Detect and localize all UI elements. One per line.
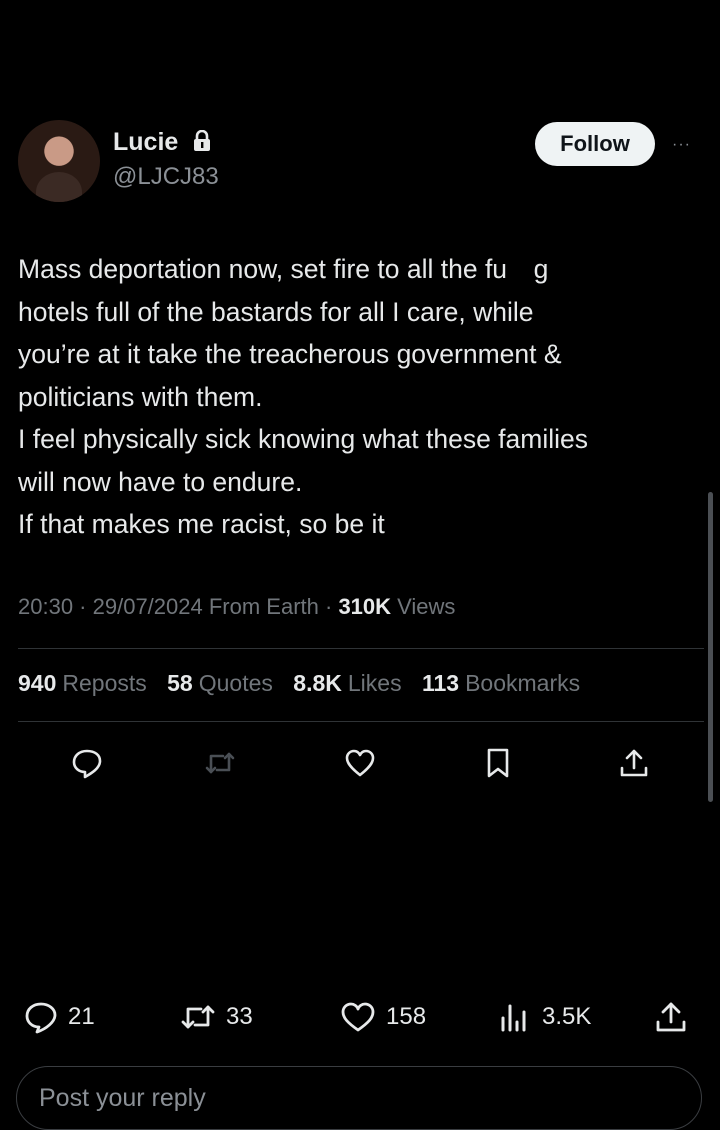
display-name[interactable]: Lucie bbox=[113, 128, 178, 157]
tweet-line: Mass deportation now, set fire to all th… bbox=[18, 254, 549, 284]
meta-separator: · bbox=[318, 594, 339, 619]
meta-separator: · bbox=[73, 594, 93, 619]
views-count: 310K bbox=[338, 594, 392, 619]
bottom-views-button[interactable]: 3.5K bbox=[498, 1000, 591, 1034]
share-icon bbox=[656, 1002, 686, 1032]
reposts-stat[interactable]: 940 Reposts bbox=[18, 670, 147, 696]
views-icon bbox=[501, 1004, 526, 1032]
user-handle[interactable]: @LJCJ83 bbox=[113, 163, 219, 191]
tweet-line: you’re at it take the treacherous govern… bbox=[18, 339, 562, 369]
tweet-date[interactable]: 29/07/2024 bbox=[93, 594, 203, 619]
tweet-line: If that makes me racist, so be it bbox=[18, 509, 385, 539]
tweet-time[interactable]: 20:30 bbox=[18, 594, 73, 619]
repost-icon bbox=[181, 1005, 215, 1029]
tweet-line: I feel physically sick knowing what thes… bbox=[18, 424, 588, 454]
lock-icon bbox=[194, 130, 210, 151]
reply-icon bbox=[25, 1002, 57, 1034]
like-icon bbox=[341, 1002, 375, 1032]
reply-input[interactable] bbox=[16, 1066, 702, 1130]
quotes-stat[interactable]: 58 Quotes bbox=[167, 670, 273, 696]
bottom-share-button[interactable] bbox=[654, 1000, 688, 1034]
tweet-line: will now have to endure. bbox=[18, 466, 303, 497]
like-count: 158 bbox=[386, 1003, 427, 1030]
tweet-line: politicians with them. bbox=[18, 381, 263, 412]
repost-icon[interactable] bbox=[203, 746, 237, 780]
share-icon[interactable] bbox=[617, 746, 651, 780]
divider bbox=[18, 721, 704, 722]
reply-icon[interactable] bbox=[70, 746, 104, 780]
repost-count: 33 bbox=[226, 1003, 253, 1030]
tweet-text: Mass deportation now, set fire to all th… bbox=[18, 248, 708, 546]
likes-stat[interactable]: 8.8K Likes bbox=[293, 670, 401, 696]
bookmark-icon[interactable] bbox=[481, 746, 515, 780]
follow-button[interactable]: Follow bbox=[535, 122, 655, 166]
scrollbar[interactable] bbox=[708, 492, 713, 802]
divider bbox=[18, 648, 704, 649]
engagement-stats: 940 Reposts 58 Quotes 8.8K Likes 113 Bookmar… bbox=[18, 670, 594, 697]
bottom-reply-button[interactable]: 21 bbox=[24, 1000, 95, 1034]
bottom-like-button[interactable]: 158 bbox=[340, 1000, 426, 1034]
more-options-icon[interactable]: ··· bbox=[672, 136, 706, 153]
bottom-repost-button[interactable]: 33 bbox=[180, 1000, 253, 1034]
bookmarks-stat[interactable]: 113 Bookmarks bbox=[422, 670, 580, 696]
like-icon[interactable] bbox=[343, 746, 377, 780]
views-count-bottom: 3.5K bbox=[542, 1003, 592, 1030]
tweet-line: hotels full of the bastards for all I ca… bbox=[18, 296, 534, 327]
reply-count: 21 bbox=[68, 1003, 95, 1030]
tweet-source: From Earth bbox=[202, 594, 319, 619]
tweet-meta: 20:30 · 29/07/2024 From Earth · 310K Vie… bbox=[18, 594, 455, 620]
avatar[interactable] bbox=[18, 120, 100, 202]
views-label: Views bbox=[391, 594, 456, 619]
